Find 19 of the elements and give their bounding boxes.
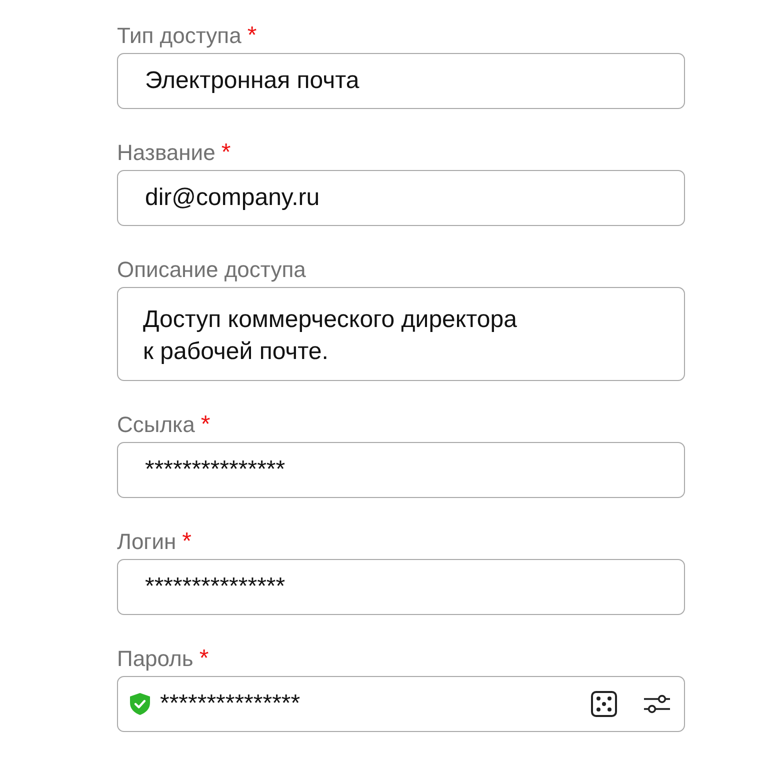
required-mark: * <box>221 141 231 165</box>
password-field[interactable]: *************** <box>117 676 685 732</box>
input-field[interactable]: *************** <box>117 559 685 615</box>
input-field[interactable]: dir@company.ru <box>117 170 685 226</box>
required-mark: * <box>247 24 257 48</box>
field-label: Описание доступа <box>117 256 306 284</box>
field-label: Название <box>117 138 216 166</box>
required-mark: * <box>200 413 210 437</box>
input-field[interactable]: *************** <box>117 442 685 498</box>
sliders-icon[interactable] <box>644 694 670 714</box>
input-field[interactable]: Электронная почта <box>117 53 685 109</box>
field-label: Пароль <box>117 644 194 673</box>
required-mark: * <box>182 530 192 554</box>
textarea-field[interactable]: Доступ коммерческого директора к рабочей почте. <box>117 287 685 381</box>
field-label: Тип доступа <box>117 22 242 50</box>
field-label: Логин <box>117 528 176 556</box>
required-mark: * <box>199 647 209 671</box>
field-label: Ссылка <box>117 410 195 438</box>
dice-icon[interactable] <box>591 691 617 717</box>
